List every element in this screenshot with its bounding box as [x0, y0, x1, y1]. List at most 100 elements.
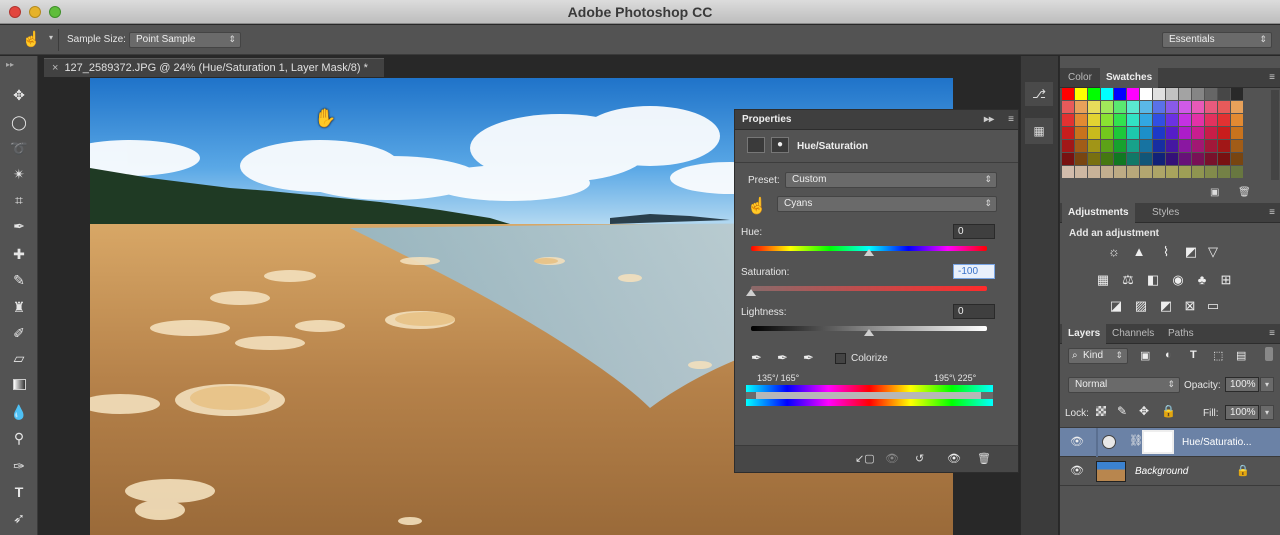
crop-tool-icon[interactable]: ⌗ [8, 190, 30, 210]
swatch-cell[interactable] [1101, 88, 1113, 100]
swatch-cell[interactable] [1231, 166, 1243, 178]
swatches-scrollbar[interactable] [1271, 90, 1279, 180]
swatch-cell[interactable] [1231, 127, 1243, 139]
swatch-cell[interactable] [1114, 114, 1126, 126]
swatch-cell[interactable] [1166, 153, 1178, 165]
threshold-icon[interactable]: ◩ [1158, 298, 1174, 314]
vibrance-icon[interactable]: ▽ [1205, 244, 1221, 260]
properties-panel-icon[interactable]: ▦ [1025, 118, 1053, 144]
swatch-cell[interactable] [1179, 101, 1191, 113]
delete-swatch-icon[interactable]: 🗑 [1238, 187, 1251, 198]
swatch-cell[interactable] [1179, 88, 1191, 100]
brush-tool-icon[interactable]: ✎ [8, 270, 30, 290]
panel-menu-icon[interactable]: ≡ [1269, 328, 1275, 339]
lock-transparent-icon[interactable] [1096, 406, 1106, 416]
swatch-cell[interactable] [1205, 140, 1217, 152]
opacity-input[interactable]: 100% [1225, 377, 1259, 392]
swatch-cell[interactable] [1153, 127, 1165, 139]
exposure-icon[interactable]: ◩ [1183, 244, 1199, 260]
swatch-cell[interactable] [1062, 101, 1074, 113]
tab-layers[interactable]: Layers [1062, 324, 1107, 344]
swatch-cell[interactable] [1101, 114, 1113, 126]
panel-menu-icon[interactable]: ≡ [1008, 114, 1014, 125]
clone-stamp-tool-icon[interactable]: ♜ [8, 297, 30, 317]
swatch-cell[interactable] [1179, 153, 1191, 165]
panel-collapse-icon[interactable]: ▸▸ [6, 60, 14, 69]
swatch-cell[interactable] [1166, 114, 1178, 126]
hue-input[interactable]: 0 [953, 224, 995, 239]
opacity-chevron-icon[interactable]: ▾ [1260, 377, 1274, 392]
mask-icon[interactable]: ● [771, 137, 789, 153]
swatch-cell[interactable] [1127, 127, 1139, 139]
swatch-cell[interactable] [1192, 153, 1204, 165]
range-slider[interactable] [746, 392, 993, 399]
swatch-cell[interactable] [1231, 114, 1243, 126]
eraser-tool-icon[interactable]: ▱ [8, 348, 30, 368]
swatch-cell[interactable] [1205, 88, 1217, 100]
swatch-cell[interactable] [1205, 101, 1217, 113]
swatch-cell[interactable] [1101, 153, 1113, 165]
colorize-checkbox[interactable] [835, 353, 846, 364]
layer-mask-thumbnail[interactable] [1142, 430, 1174, 454]
swatch-cell[interactable] [1140, 88, 1152, 100]
swatch-cell[interactable] [1218, 127, 1230, 139]
marquee-tool-icon[interactable]: ◯ [8, 112, 30, 132]
mask-link-icon[interactable]: ⛓ [1129, 434, 1143, 447]
swatch-cell[interactable] [1166, 127, 1178, 139]
swatch-cell[interactable] [1218, 114, 1230, 126]
swatch-cell[interactable] [1231, 153, 1243, 165]
color-lookup-icon[interactable]: ⊞ [1218, 272, 1234, 288]
gradient-map-icon[interactable]: ▭ [1205, 298, 1221, 314]
filter-toggle[interactable] [1265, 347, 1273, 361]
layer-row-background[interactable]: 👁 Background 🔒 [1060, 457, 1280, 486]
swatch-cell[interactable] [1140, 140, 1152, 152]
tool-preset-chevron-icon[interactable]: ▾ [49, 33, 53, 42]
curves-icon[interactable]: ⌇ [1158, 244, 1174, 260]
gradient-tool-icon[interactable] [8, 375, 30, 395]
type-layer-filter-icon[interactable]: T [1190, 349, 1197, 361]
range-selection[interactable] [756, 392, 981, 399]
hue-saturation-icon[interactable]: ▦ [1095, 272, 1111, 288]
lock-all-icon[interactable]: 🔒 [1161, 404, 1176, 418]
swatch-cell[interactable] [1127, 166, 1139, 178]
swatch-cell[interactable] [1088, 101, 1100, 113]
new-swatch-icon[interactable]: ▣ [1210, 187, 1219, 198]
swatch-cell[interactable] [1179, 114, 1191, 126]
swatch-cell[interactable] [1218, 166, 1230, 178]
swatch-cell[interactable] [1231, 140, 1243, 152]
swatch-cell[interactable] [1114, 153, 1126, 165]
brightness-contrast-icon[interactable]: ☼ [1106, 244, 1122, 260]
type-tool-icon[interactable]: T [8, 482, 30, 502]
swatch-cell[interactable] [1075, 101, 1087, 113]
document-tab[interactable]: × 127_2589372.JPG @ 24% (Hue/Saturation 1… [44, 58, 384, 77]
channel-dropdown[interactable]: Cyans [777, 196, 997, 212]
layer-visibility-eye-icon[interactable]: 👁 [1070, 464, 1084, 477]
swatch-cell[interactable] [1231, 101, 1243, 113]
swatch-cell[interactable] [1101, 127, 1113, 139]
swatch-cell[interactable] [1166, 101, 1178, 113]
swatch-cell[interactable] [1153, 114, 1165, 126]
swatch-cell[interactable] [1153, 140, 1165, 152]
photo-filter-icon[interactable]: ◉ [1170, 272, 1186, 288]
swatch-cell[interactable] [1062, 88, 1074, 100]
lasso-tool-icon[interactable]: ➰ [8, 138, 30, 158]
tab-adjustments[interactable]: Adjustments [1062, 203, 1135, 223]
swatch-cell[interactable] [1218, 101, 1230, 113]
eyedropper-plus-icon[interactable]: ✒ [777, 350, 788, 366]
swatch-cell[interactable] [1075, 153, 1087, 165]
swatch-cell[interactable] [1062, 114, 1074, 126]
swatch-cell[interactable] [1114, 101, 1126, 113]
swatch-cell[interactable] [1192, 166, 1204, 178]
swatch-cell[interactable] [1114, 166, 1126, 178]
swatch-cell[interactable] [1127, 140, 1139, 152]
swatch-cell[interactable] [1192, 88, 1204, 100]
swatch-cell[interactable] [1231, 88, 1243, 100]
tab-swatches[interactable]: Swatches [1100, 68, 1159, 88]
swatch-cell[interactable] [1062, 166, 1074, 178]
panel-menu-icon[interactable]: ≡ [1269, 207, 1275, 218]
swatch-cell[interactable] [1205, 114, 1217, 126]
swatch-cell[interactable] [1075, 88, 1087, 100]
invert-icon[interactable]: ◪ [1108, 298, 1124, 314]
swatch-cell[interactable] [1166, 88, 1178, 100]
black-white-icon[interactable]: ◧ [1145, 272, 1161, 288]
